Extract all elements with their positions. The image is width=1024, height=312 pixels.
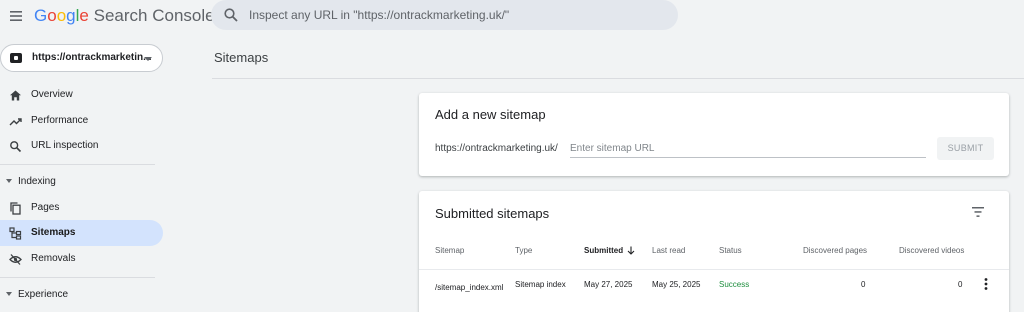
filter-icon[interactable] xyxy=(970,205,986,219)
home-icon xyxy=(10,90,21,101)
table-cell-type: Sitemap index xyxy=(515,280,566,289)
table-cell-discovered-videos: 0 xyxy=(958,280,963,289)
sidebar-item-label: Overview xyxy=(31,89,73,100)
table-header-divider xyxy=(419,269,1009,270)
sidebar-item-label: Removals xyxy=(31,253,76,264)
table-cell-status: Success xyxy=(719,280,750,289)
sidebar-item-sitemaps[interactable]: Sitemaps xyxy=(0,220,163,246)
column-header-status[interactable]: Status xyxy=(719,246,742,255)
app-logo[interactable]: Google Search Console xyxy=(34,6,215,26)
add-sitemap-card: Add a new sitemap https://ontrackmarketi… xyxy=(419,93,1009,176)
table-cell-sitemap[interactable]: /sitemap_index.xml xyxy=(435,280,505,295)
table-cell-last-read: May 25, 2025 xyxy=(652,280,701,289)
sidebar-item-label: Pages xyxy=(31,202,60,213)
column-header-label: Submitted xyxy=(584,246,624,255)
google-wordmark-letter: o xyxy=(47,6,57,25)
sidebar-item-overview[interactable]: Overview xyxy=(0,82,163,108)
column-header-discovered-videos[interactable]: Discovered videos xyxy=(899,246,964,255)
google-wordmark-letter: e xyxy=(79,6,89,25)
sidebar-item-pages[interactable]: Pages xyxy=(0,195,163,221)
search-icon xyxy=(10,141,22,153)
sidebar-item-url-inspection[interactable]: URL inspection xyxy=(0,133,163,159)
trending-up-icon xyxy=(9,118,22,126)
sort-arrow-down-icon xyxy=(627,246,635,256)
search-input[interactable]: Inspect any URL in "https://ontrackmarke… xyxy=(249,8,509,22)
sidebar-divider xyxy=(0,164,155,165)
property-selector[interactable]: https://ontrackmarketin... xyxy=(0,44,163,72)
page-title: Sitemaps xyxy=(214,50,269,65)
section-label: Indexing xyxy=(18,176,56,187)
pages-icon xyxy=(10,202,21,215)
google-wordmark-letter: g xyxy=(66,6,76,25)
submit-button[interactable]: SUBMIT xyxy=(937,137,994,160)
column-header-submitted[interactable]: Submitted xyxy=(584,246,635,256)
column-header-last-read[interactable]: Last read xyxy=(652,246,685,255)
section-label: Experience xyxy=(18,289,69,300)
sitemap-icon xyxy=(9,227,22,240)
expand-triangle-icon xyxy=(6,179,12,183)
column-header-discovered-pages[interactable]: Discovered pages xyxy=(803,246,867,255)
table-cell-discovered-pages: 0 xyxy=(861,280,866,289)
sidebar-item-label: Sitemaps xyxy=(31,227,76,238)
sidebar-section-indexing[interactable]: Indexing xyxy=(0,170,155,194)
sidebar-item-removals[interactable]: Removals xyxy=(0,246,163,272)
card-title: Submitted sitemaps xyxy=(435,206,550,221)
search-icon xyxy=(224,8,238,22)
column-header-type[interactable]: Type xyxy=(515,246,532,255)
google-wordmark-letter: o xyxy=(56,6,67,25)
submitted-sitemaps-card: Submitted sitemaps Sitemap Type Submitte… xyxy=(419,191,1009,312)
sidebar-section-experience[interactable]: Experience xyxy=(0,283,155,307)
property-icon xyxy=(10,53,22,63)
menu-icon[interactable] xyxy=(8,8,24,24)
column-header-sitemap[interactable]: Sitemap xyxy=(435,246,464,255)
card-title: Add a new sitemap xyxy=(435,107,546,122)
sitemap-url-prefix: https://ontrackmarketing.uk/ xyxy=(435,143,558,154)
sidebar-divider xyxy=(0,277,155,278)
google-wordmark-letter: G xyxy=(34,6,48,25)
url-inspect-search[interactable]: Inspect any URL in "https://ontrackmarke… xyxy=(211,0,678,30)
table-cell-submitted: May 27, 2025 xyxy=(584,280,633,289)
more-vert-icon[interactable] xyxy=(982,277,990,291)
google-wordmark: Google xyxy=(34,6,94,25)
expand-triangle-icon xyxy=(6,292,12,296)
product-name: Search Console xyxy=(93,6,215,25)
sidebar-item-label: Performance xyxy=(31,115,89,126)
sidebar-item-label: URL inspection xyxy=(31,140,99,151)
property-label: https://ontrackmarketin... xyxy=(32,52,152,63)
sidebar-item-performance[interactable]: Performance xyxy=(0,108,163,134)
header-divider xyxy=(212,78,1024,79)
caret-down-icon xyxy=(144,57,152,61)
top-bar: Google Search Console Inspect any URL in… xyxy=(0,0,1024,32)
removals-icon xyxy=(9,254,22,265)
sitemap-url-input[interactable] xyxy=(570,140,926,158)
